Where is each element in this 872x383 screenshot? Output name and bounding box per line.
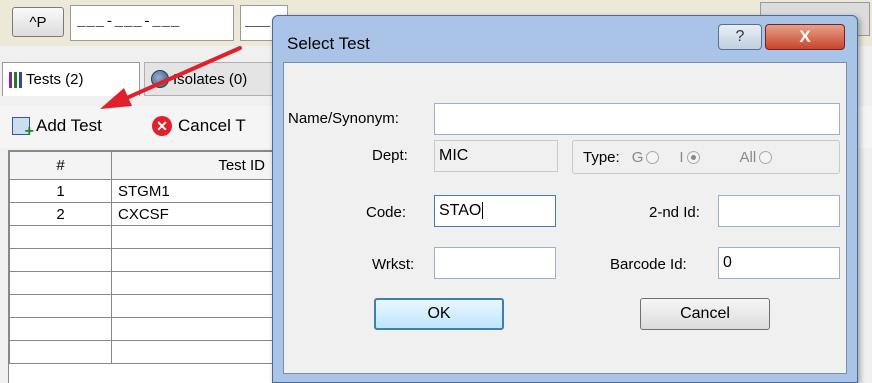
table-row[interactable] xyxy=(9,294,278,318)
cancel-icon: ✕ xyxy=(152,116,172,136)
table-row[interactable]: 1 STGM1 xyxy=(9,179,278,203)
help-button[interactable]: ? xyxy=(718,24,762,50)
row-number-cell xyxy=(9,225,112,249)
table-row[interactable] xyxy=(9,225,278,249)
radio-all-icon xyxy=(759,151,773,165)
tab-isolates-label: Isolates (0) xyxy=(173,70,248,88)
second-id-input[interactable] xyxy=(718,195,840,227)
row-number-cell xyxy=(9,271,112,295)
test-id-cell: STGM1 xyxy=(111,179,278,203)
type-option-g-label: G xyxy=(631,148,644,166)
type-option-i-label: I xyxy=(679,148,684,166)
type-radio-group: Type: G I All xyxy=(572,140,840,174)
row-number-cell: 2 xyxy=(9,202,112,226)
code-input[interactable]: STAO xyxy=(434,195,556,227)
table-row[interactable] xyxy=(9,340,278,364)
second-id-label: 2-nd Id: xyxy=(649,204,700,221)
dept-field: MIC xyxy=(434,140,558,172)
table-row[interactable] xyxy=(9,317,278,341)
row-number-cell xyxy=(9,248,112,272)
wrkst-label: Wrkst: xyxy=(372,256,415,273)
test-id-cell xyxy=(111,317,278,341)
type-option-i[interactable]: I xyxy=(679,148,700,166)
isolates-icon xyxy=(151,70,169,88)
barcode-id-input[interactable]: 0 xyxy=(718,247,840,279)
select-test-dialog: Select Test ? X Name/Synonym: Dept: MIC … xyxy=(272,15,858,383)
dept-label: Dept: xyxy=(372,147,408,164)
test-id-cell xyxy=(111,248,278,272)
date-input[interactable]: ___-___-___ xyxy=(70,5,234,41)
tests-icon xyxy=(9,71,22,88)
tab-tests-label: Tests (2) xyxy=(26,71,84,88)
test-id-cell xyxy=(111,294,278,318)
wrkst-input[interactable] xyxy=(434,247,556,279)
row-number-cell xyxy=(9,340,112,364)
type-option-g[interactable]: G xyxy=(632,149,660,166)
ctrl-p-button[interactable]: ^P xyxy=(12,7,64,37)
cancel-test-button[interactable]: ✕ Cancel T xyxy=(152,116,246,136)
dialog-body: Name/Synonym: Dept: MIC Type: G I All Co… xyxy=(283,62,847,374)
barcode-id-label: Barcode Id: xyxy=(610,256,687,273)
cancel-test-label: Cancel T xyxy=(178,116,246,135)
name-synonym-input[interactable] xyxy=(434,103,840,135)
radio-g-icon xyxy=(646,151,660,165)
table-row[interactable] xyxy=(9,248,278,272)
type-option-all[interactable]: All xyxy=(740,149,773,166)
test-id-cell xyxy=(111,225,278,249)
add-test-icon xyxy=(12,117,34,141)
close-button[interactable]: X xyxy=(765,24,845,50)
row-number-cell: 1 xyxy=(9,179,112,203)
row-number-cell xyxy=(9,317,112,341)
table-row[interactable]: 2 CXCSF xyxy=(9,202,278,226)
name-synonym-label: Name/Synonym: xyxy=(288,110,399,127)
radio-i-selected-icon xyxy=(686,151,700,165)
type-label: Type: xyxy=(583,148,620,166)
code-label: Code: xyxy=(366,204,407,221)
row-number-cell xyxy=(9,294,112,318)
test-id-cell xyxy=(111,271,278,295)
code-input-value: STAO xyxy=(439,202,482,219)
test-id-cell xyxy=(111,340,278,364)
ok-button[interactable]: OK xyxy=(374,298,504,330)
cancel-button[interactable]: Cancel xyxy=(640,298,770,330)
dialog-title: Select Test xyxy=(287,34,370,53)
test-id-cell: CXCSF xyxy=(111,202,278,226)
type-option-all-label: All xyxy=(739,148,757,166)
text-cursor xyxy=(482,202,484,219)
tests-grid: # Test ID 1 STGM1 2 CXCSF xyxy=(8,150,278,383)
tab-tests[interactable]: Tests (2) xyxy=(2,62,140,96)
column-header-test-id[interactable]: Test ID xyxy=(111,151,278,180)
add-test-label: Add Test xyxy=(36,116,102,135)
add-test-button[interactable]: Add Test xyxy=(12,116,102,141)
column-header-number[interactable]: # xyxy=(9,151,112,180)
table-row[interactable] xyxy=(9,271,278,295)
